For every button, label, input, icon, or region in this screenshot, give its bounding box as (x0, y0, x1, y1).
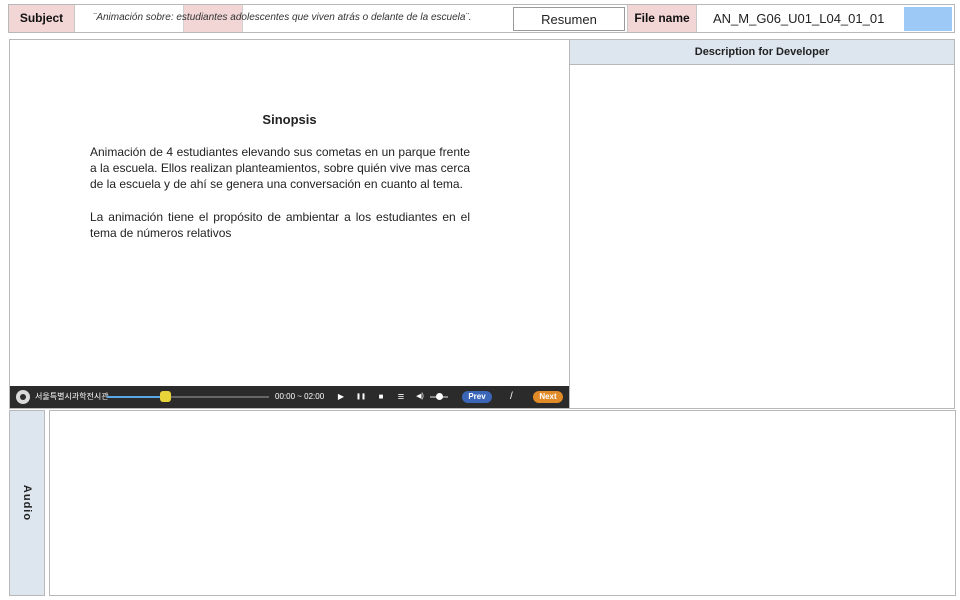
player-time: 00:00 ~ 02:00 (275, 392, 325, 401)
pause-icon[interactable]: ❚❚ (355, 386, 367, 408)
nav-separator: / (510, 391, 513, 402)
synopsis-paragraph: La animación tiene el propósito de ambie… (90, 209, 470, 240)
progress-fill (107, 396, 166, 398)
museum-logo-icon (16, 390, 30, 404)
progress-handle-icon[interactable] (160, 391, 172, 402)
header-color-swatch (904, 7, 952, 31)
audio-notes-area[interactable] (49, 410, 956, 596)
subject-text: ¨Animación sobre: estudiantes adolescent… (93, 12, 472, 23)
stop-icon[interactable]: ■ (375, 386, 387, 408)
content-area: Sinopsis Animación de 4 estudiantes elev… (9, 39, 570, 409)
progress-track[interactable] (107, 391, 269, 402)
volume-knob-icon[interactable] (436, 393, 443, 400)
audio-label: Audio (21, 484, 33, 522)
prev-button[interactable]: Prev (462, 391, 492, 403)
developer-panel-title: Description for Developer (570, 40, 954, 65)
file-name-value: AN_M_G06_U01_L04_01_01 (713, 11, 885, 26)
synopsis-body: Animación de 4 estudiantes elevando sus … (90, 144, 470, 241)
resumen-button[interactable]: Resumen (513, 7, 625, 31)
play-icon[interactable]: ▶ (335, 386, 347, 408)
next-button[interactable]: Next (533, 391, 563, 403)
player-org-name: 서울특별시과학전시관 (35, 392, 109, 401)
audio-label-cell: Audio (9, 410, 45, 596)
developer-panel: Description for Developer (569, 39, 955, 409)
subject-label: Subject (9, 5, 75, 32)
volume-icon[interactable]: ◀) (414, 386, 426, 408)
media-player-bar: 서울특별시과학전시관 00:00 ~ 02:00 ▶ ❚❚ ■ ≡ ◀) Pre… (10, 386, 569, 408)
volume-slider[interactable] (430, 393, 448, 400)
menu-icon[interactable]: ≡ (395, 386, 407, 408)
storyboard-header: Subject ¨Animación sobre: estudiantes ad… (8, 4, 955, 33)
file-name-label: File name (627, 5, 697, 32)
synopsis-title: Sinopsis (262, 112, 317, 127)
synopsis-paragraph: Animación de 4 estudiantes elevando sus … (90, 145, 470, 192)
